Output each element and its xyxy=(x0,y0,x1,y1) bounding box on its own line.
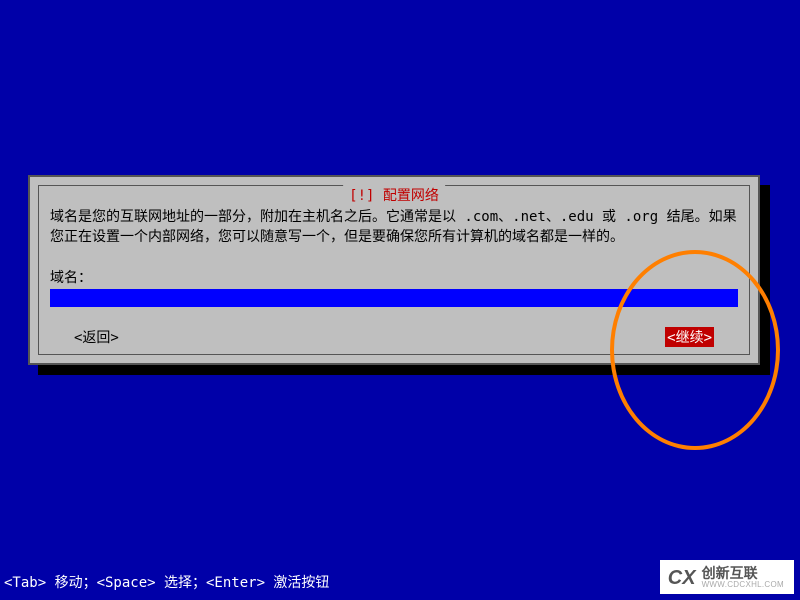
configure-network-dialog: [!] 配置网络 域名是您的互联网地址的一部分，附加在主机名之后。它通常是以 .… xyxy=(28,175,760,365)
watermark-name: 创新互联 xyxy=(702,566,784,581)
watermark-text: 创新互联 WWW.CDCXHL.COM xyxy=(702,566,784,590)
watermark-url: WWW.CDCXHL.COM xyxy=(702,581,784,590)
watermark-icon: CX xyxy=(668,568,696,588)
dialog-title: [!] 配置网络 xyxy=(343,185,445,205)
domain-input[interactable] xyxy=(50,289,738,307)
continue-button[interactable]: <继续> xyxy=(665,327,714,347)
watermark-logo: CX 创新互联 WWW.CDCXHL.COM xyxy=(660,560,794,594)
installer-screen: [!] 配置网络 域名是您的互联网地址的一部分，附加在主机名之后。它通常是以 .… xyxy=(0,0,800,600)
back-button[interactable]: <返回> xyxy=(74,327,119,347)
dialog-description: 域名是您的互联网地址的一部分，附加在主机名之后。它通常是以 .com、.net、… xyxy=(50,207,738,247)
domain-field-label: 域名： xyxy=(50,267,92,287)
footer-hint: <Tab> 移动；<Space> 选择；<Enter> 激活按钮 xyxy=(4,572,329,592)
